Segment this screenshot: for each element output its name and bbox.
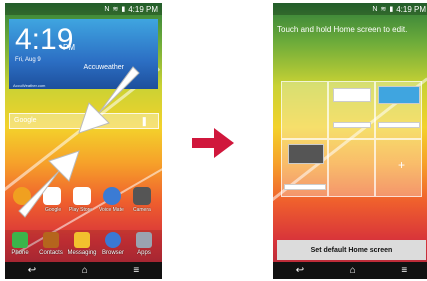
plus-icon: + <box>397 158 405 172</box>
search-placeholder: Google <box>14 117 37 124</box>
home-screen-thumbnail[interactable] <box>328 81 375 139</box>
dock-contacts[interactable]: Contacts <box>36 232 66 256</box>
status-time: 4:19 PM <box>396 4 426 14</box>
pinch-arrow-up-right-icon <box>18 150 80 218</box>
camera-icon[interactable] <box>133 187 151 205</box>
weather-source: AccuWeather.com <box>13 83 46 88</box>
contacts-icon <box>43 232 59 248</box>
icons-thumb <box>284 184 326 190</box>
menu-icon[interactable]: ≡ <box>401 265 407 276</box>
pinch-arrow-down-left-icon <box>78 66 140 134</box>
dock-apps[interactable]: Apps <box>129 232 159 256</box>
home-icon[interactable]: ⌂ <box>82 265 88 276</box>
home-icon[interactable]: ⌂ <box>350 265 356 276</box>
clock-date: Fri, Aug 9 <box>15 57 41 63</box>
dock-browser[interactable]: Browser <box>98 232 128 256</box>
apps-grid-icon <box>136 232 152 248</box>
signal-icon: ▮ <box>389 6 394 13</box>
set-default-home-button[interactable]: Set default Home screen <box>277 240 426 260</box>
wifi-icon: ≋ <box>112 6 119 13</box>
edit-hint-text: Touch and hold Home screen to edit. <box>277 25 408 34</box>
wifi-icon: ≋ <box>380 6 387 13</box>
messaging-icon <box>74 232 90 248</box>
browser-icon <box>105 232 121 248</box>
home-screen-thumbnail[interactable] <box>328 139 375 197</box>
nav-bar: ↩ ⌂ ≡ <box>5 262 162 279</box>
dock-label: Messaging <box>67 250 97 256</box>
clock-thumb <box>378 86 420 104</box>
music-widget-thumb <box>288 144 324 164</box>
add-home-screen[interactable]: + <box>375 139 422 197</box>
home-screen-phone: N ≋ ▮ 4:19 PM 4:19 PM Fri, Aug 9 Accuwea… <box>5 3 162 279</box>
voicemate-icon[interactable] <box>103 187 121 205</box>
dock-phone[interactable]: Phone <box>5 232 35 256</box>
home-screen-thumbnail[interactable] <box>375 81 422 139</box>
menu-icon[interactable]: ≡ <box>133 265 139 276</box>
icons-thumb <box>333 122 371 128</box>
icons-thumb <box>378 122 420 128</box>
transition-arrow-icon <box>192 128 234 158</box>
app-label-voicemate: Voice Mate <box>99 207 124 213</box>
home-screen-thumbnail[interactable] <box>281 139 328 197</box>
dock-label: Contacts <box>39 250 63 256</box>
app-dock: Phone Contacts Messaging Browser Apps <box>5 230 162 262</box>
clock-ampm: PM <box>63 43 75 52</box>
home-screen-thumbnails: + <box>281 81 422 199</box>
dock-label: Apps <box>137 250 151 256</box>
widget-thumb <box>333 88 371 102</box>
dock-label: Browser <box>101 250 124 256</box>
nfc-icon: N <box>372 5 378 13</box>
app-label-camera: Camera <box>133 207 151 213</box>
edit-home-screen-phone: N ≋ ▮ 4:19 PM Touch and hold Home screen… <box>273 3 427 279</box>
status-bar: N ≋ ▮ 4:19 PM <box>5 3 162 15</box>
dock-label: Phone <box>11 250 29 256</box>
status-bar: N ≋ ▮ 4:19 PM <box>273 3 427 15</box>
back-icon[interactable]: ↩ <box>28 265 36 276</box>
home-screen-thumbnail[interactable] <box>281 81 328 139</box>
dock-messaging[interactable]: Messaging <box>67 232 97 256</box>
status-time: 4:19 PM <box>128 4 158 14</box>
back-icon[interactable]: ↩ <box>296 265 304 276</box>
nav-bar: ↩ ⌂ ≡ <box>273 262 427 279</box>
phone-icon <box>12 232 28 248</box>
signal-icon: ▮ <box>121 6 126 13</box>
nfc-icon: N <box>104 5 110 13</box>
